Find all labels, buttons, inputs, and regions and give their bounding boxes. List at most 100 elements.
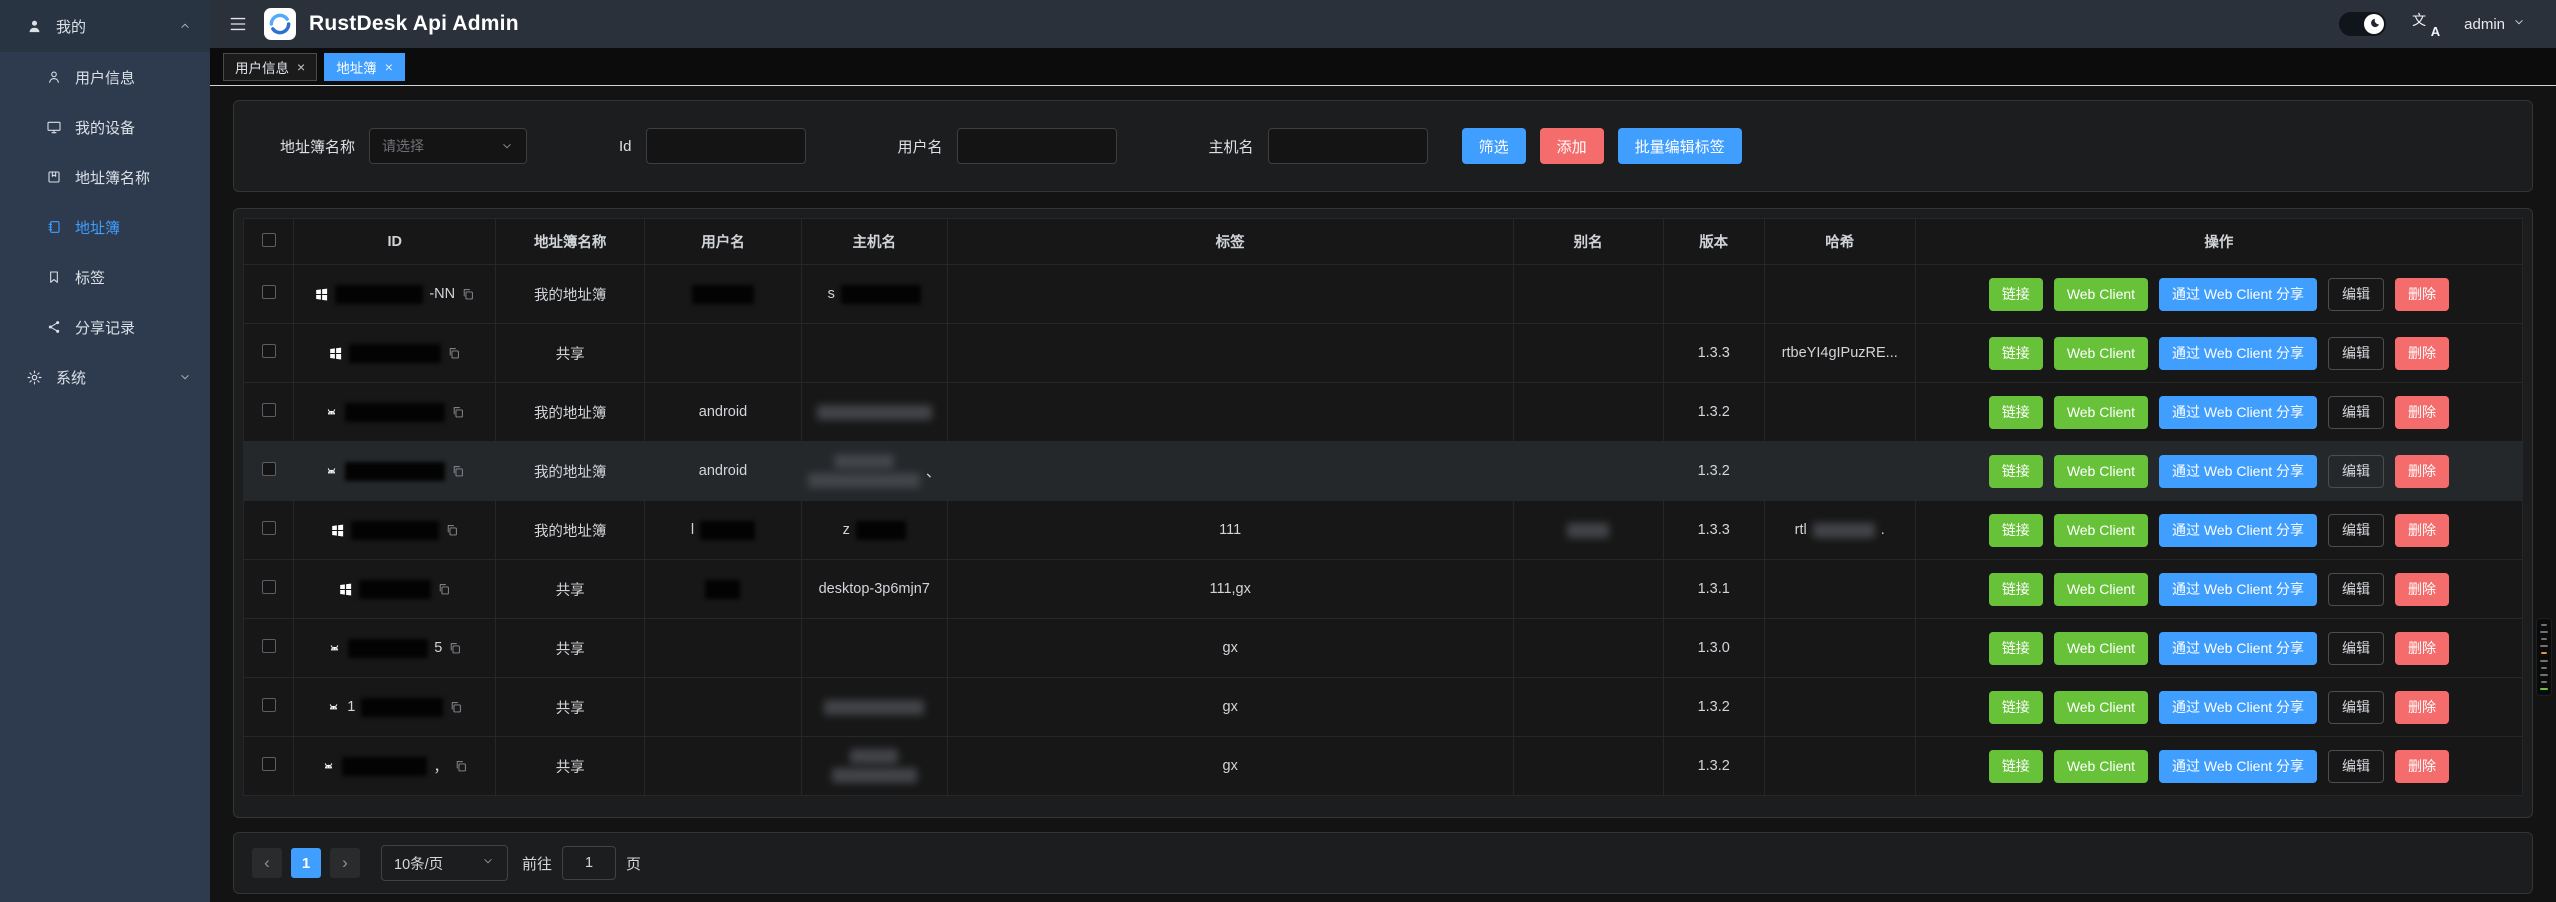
id-cell: -NN (298, 285, 491, 304)
delete-button[interactable]: 删除 (2395, 514, 2449, 547)
sidebar-item-label: 用户信息 (75, 67, 135, 88)
delete-button[interactable]: 删除 (2395, 750, 2449, 783)
link-button[interactable]: 链接 (1989, 337, 2043, 370)
share-via-web-client-button[interactable]: 通过 Web Client 分享 (2159, 632, 2317, 665)
share-via-web-client-button[interactable]: 通过 Web Client 分享 (2159, 691, 2317, 724)
web-client-button[interactable]: Web Client (2054, 632, 2148, 665)
id-cell: 5 (298, 639, 491, 658)
tab-address-book[interactable]: 地址簿 × (324, 53, 405, 81)
row-checkbox[interactable] (262, 580, 276, 594)
edit-button[interactable]: 编辑 (2328, 514, 2384, 547)
link-button[interactable]: 链接 (1989, 455, 2043, 488)
sidebar-item-my-devices[interactable]: 我的设备 (0, 102, 210, 152)
scroll-minimap[interactable] (2536, 618, 2552, 696)
username-input[interactable] (957, 128, 1117, 164)
moon-icon (2366, 16, 2382, 32)
sidebar-item-label: 地址簿 (75, 217, 120, 238)
add-button[interactable]: 添加 (1540, 128, 1604, 164)
tab-close-icon[interactable]: × (297, 60, 305, 74)
link-button[interactable]: 链接 (1989, 632, 2043, 665)
row-checkbox[interactable] (262, 698, 276, 712)
sidebar-item-user-info[interactable]: 用户信息 (0, 52, 210, 102)
redacted-text (335, 285, 423, 304)
hostname-cell (806, 749, 943, 783)
share-via-web-client-button[interactable]: 通过 Web Client 分享 (2159, 396, 2317, 429)
delete-button[interactable]: 删除 (2395, 278, 2449, 311)
link-button[interactable]: 链接 (1989, 396, 2043, 429)
edit-button[interactable]: 编辑 (2328, 278, 2384, 311)
edit-button[interactable]: 编辑 (2328, 337, 2384, 370)
row-actions: 链接 Web Client 通过 Web Client 分享编辑删除 (1920, 278, 2518, 311)
delete-button[interactable]: 删除 (2395, 337, 2449, 370)
link-button[interactable]: 链接 (1989, 278, 2043, 311)
delete-button[interactable]: 删除 (2395, 691, 2449, 724)
id-input[interactable] (646, 128, 806, 164)
share-via-web-client-button[interactable]: 通过 Web Client 分享 (2159, 455, 2317, 488)
delete-button[interactable]: 删除 (2395, 573, 2449, 606)
prev-page-button[interactable]: ‹ (252, 848, 282, 878)
edit-button[interactable]: 编辑 (2328, 691, 2384, 724)
tab-user-info[interactable]: 用户信息 × (223, 53, 317, 81)
link-button[interactable]: 链接 (1989, 573, 2043, 606)
delete-button[interactable]: 删除 (2395, 396, 2449, 429)
row-checkbox[interactable] (262, 344, 276, 358)
tab-close-icon[interactable]: × (385, 60, 393, 74)
sidebar-item-address-book[interactable]: 地址簿 (0, 202, 210, 252)
redacted-text (361, 698, 443, 717)
link-button[interactable]: 链接 (1989, 691, 2043, 724)
link-button[interactable]: 链接 (1989, 514, 2043, 547)
redacted-text (1567, 523, 1609, 538)
share-via-web-client-button[interactable]: 通过 Web Client 分享 (2159, 514, 2317, 547)
link-button[interactable]: 链接 (1989, 750, 2043, 783)
user-icon (26, 18, 43, 35)
sidebar-item-my[interactable]: 我的 (0, 0, 210, 52)
page-size-select[interactable]: 10条/页 (381, 845, 508, 881)
filter-button[interactable]: 筛选 (1462, 128, 1526, 164)
select-all-checkbox[interactable] (262, 233, 276, 247)
hostname-input[interactable] (1268, 128, 1428, 164)
row-checkbox[interactable] (262, 285, 276, 299)
address-book-name-select[interactable]: 请选择 (369, 128, 527, 164)
row-checkbox[interactable] (262, 403, 276, 417)
share-via-web-client-button[interactable]: 通过 Web Client 分享 (2159, 337, 2317, 370)
sidebar-item-tags[interactable]: 标签 (0, 252, 210, 302)
edit-button[interactable]: 编辑 (2328, 750, 2384, 783)
row-checkbox[interactable] (262, 462, 276, 476)
next-page-button[interactable]: › (330, 848, 360, 878)
web-client-button[interactable]: Web Client (2054, 278, 2148, 311)
table-row: -NN我的地址簿s链接Web Client通过 Web Client 分享编辑删… (244, 265, 2523, 324)
row-checkbox[interactable] (262, 757, 276, 771)
edit-button[interactable]: 编辑 (2328, 455, 2384, 488)
web-client-button[interactable]: Web Client (2054, 573, 2148, 606)
web-client-button[interactable]: Web Client (2054, 514, 2148, 547)
edit-button[interactable]: 编辑 (2328, 573, 2384, 606)
delete-button[interactable]: 删除 (2395, 455, 2449, 488)
web-client-button[interactable]: Web Client (2054, 337, 2148, 370)
filter-label: 用户名 (898, 136, 943, 157)
sidebar-item-system[interactable]: 系统 (0, 352, 210, 402)
goto-page-input[interactable]: 1 (562, 846, 616, 880)
web-client-button[interactable]: Web Client (2054, 691, 2148, 724)
delete-button[interactable]: 删除 (2395, 632, 2449, 665)
sidebar-item-address-book-names[interactable]: 地址簿名称 (0, 152, 210, 202)
share-via-web-client-button[interactable]: 通过 Web Client 分享 (2159, 750, 2317, 783)
menu-fold-button[interactable] (228, 14, 248, 34)
windows-icon (314, 287, 329, 302)
share-via-web-client-button[interactable]: 通过 Web Client 分享 (2159, 573, 2317, 606)
tab-label: 用户信息 (235, 57, 289, 77)
dark-mode-toggle[interactable] (2339, 12, 2386, 36)
user-menu[interactable]: admin (2464, 15, 2526, 33)
web-client-button[interactable]: Web Client (2054, 396, 2148, 429)
row-checkbox[interactable] (262, 639, 276, 653)
web-client-button[interactable]: Web Client (2054, 750, 2148, 783)
page-1-button[interactable]: 1 (291, 848, 321, 878)
web-client-button[interactable]: Web Client (2054, 455, 2148, 488)
tab-label: 地址簿 (336, 57, 377, 77)
translate-icon[interactable]: 文 A (2412, 12, 2438, 36)
row-checkbox[interactable] (262, 521, 276, 535)
edit-button[interactable]: 编辑 (2328, 632, 2384, 665)
sidebar-item-share-records[interactable]: 分享记录 (0, 302, 210, 352)
batch-edit-tags-button[interactable]: 批量编辑标签 (1618, 128, 1742, 164)
share-via-web-client-button[interactable]: 通过 Web Client 分享 (2159, 278, 2317, 311)
edit-button[interactable]: 编辑 (2328, 396, 2384, 429)
